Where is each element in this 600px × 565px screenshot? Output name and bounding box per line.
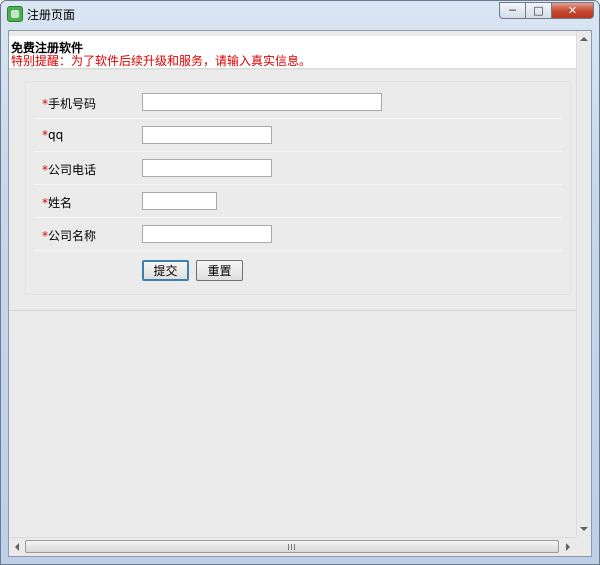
qq-input[interactable] bbox=[142, 126, 272, 144]
name-input[interactable] bbox=[142, 192, 217, 210]
client-area: 免费注册软件 特别提醒：为了软件后续升级和服务，请输入真实信息。 *手机号码 *… bbox=[8, 30, 592, 557]
company-phone-label: *公司电话 bbox=[42, 161, 96, 178]
phone-label-text: 手机号码 bbox=[48, 97, 97, 111]
name-label: *姓名 bbox=[42, 194, 72, 211]
scrollbar-thumb[interactable] bbox=[25, 540, 559, 553]
registration-form: *手机号码 *qq *公司电话 *姓名 *公司名称 bbox=[25, 81, 571, 295]
company-name-input[interactable] bbox=[142, 225, 272, 243]
form-row-name: *姓名 bbox=[34, 185, 562, 218]
notice-text: 特别提醒：为了软件后续升级和服务，请输入真实信息。 bbox=[11, 54, 312, 68]
scroll-up-arrow-icon[interactable] bbox=[580, 37, 588, 41]
divider bbox=[9, 69, 576, 70]
maximize-button[interactable]: □ bbox=[525, 2, 551, 19]
company-name-label-text: 公司名称 bbox=[48, 229, 97, 243]
scroll-right-arrow-icon[interactable] bbox=[566, 543, 570, 551]
company-name-label: *公司名称 bbox=[42, 227, 96, 244]
window-controls: ─ □ ✕ bbox=[499, 2, 594, 19]
phone-label: *手机号码 bbox=[42, 95, 96, 112]
submit-button[interactable]: 提交 bbox=[142, 260, 189, 281]
title-bar[interactable]: 注册页面 ─ □ ✕ bbox=[1, 1, 599, 27]
reset-button[interactable]: 重置 bbox=[196, 260, 243, 281]
qq-label: *qq bbox=[42, 128, 63, 142]
form-row-qq: *qq bbox=[34, 119, 562, 152]
app-icon bbox=[7, 6, 23, 22]
minimize-button[interactable]: ─ bbox=[499, 2, 525, 19]
close-button[interactable]: ✕ bbox=[551, 2, 594, 19]
grip-icon bbox=[288, 544, 296, 550]
company-phone-label-text: 公司电话 bbox=[48, 163, 97, 177]
vertical-scrollbar[interactable] bbox=[576, 31, 591, 537]
form-row-phone: *手机号码 bbox=[34, 86, 562, 119]
window-title: 注册页面 bbox=[27, 8, 76, 22]
scroll-down-arrow-icon[interactable] bbox=[580, 527, 588, 531]
form-row-company-phone: *公司电话 bbox=[34, 152, 562, 185]
name-label-text: 姓名 bbox=[48, 196, 73, 210]
page-header: 免费注册软件 特别提醒：为了软件后续升级和服务，请输入真实信息。 bbox=[9, 36, 576, 69]
registration-window: 注册页面 ─ □ ✕ 免费注册软件 特别提醒：为了软件后续升级和服务，请输入真实… bbox=[0, 0, 600, 565]
scroll-left-arrow-icon[interactable] bbox=[15, 543, 19, 551]
company-phone-input[interactable] bbox=[142, 159, 272, 177]
horizontal-scrollbar[interactable] bbox=[9, 537, 576, 556]
divider bbox=[9, 310, 576, 311]
scrollbar-corner bbox=[576, 537, 591, 556]
form-row-company-name: *公司名称 bbox=[34, 218, 562, 251]
phone-input[interactable] bbox=[142, 93, 382, 111]
page-content: 免费注册软件 特别提醒：为了软件后续升级和服务，请输入真实信息。 *手机号码 *… bbox=[9, 31, 576, 537]
qq-label-text: qq bbox=[48, 128, 64, 142]
